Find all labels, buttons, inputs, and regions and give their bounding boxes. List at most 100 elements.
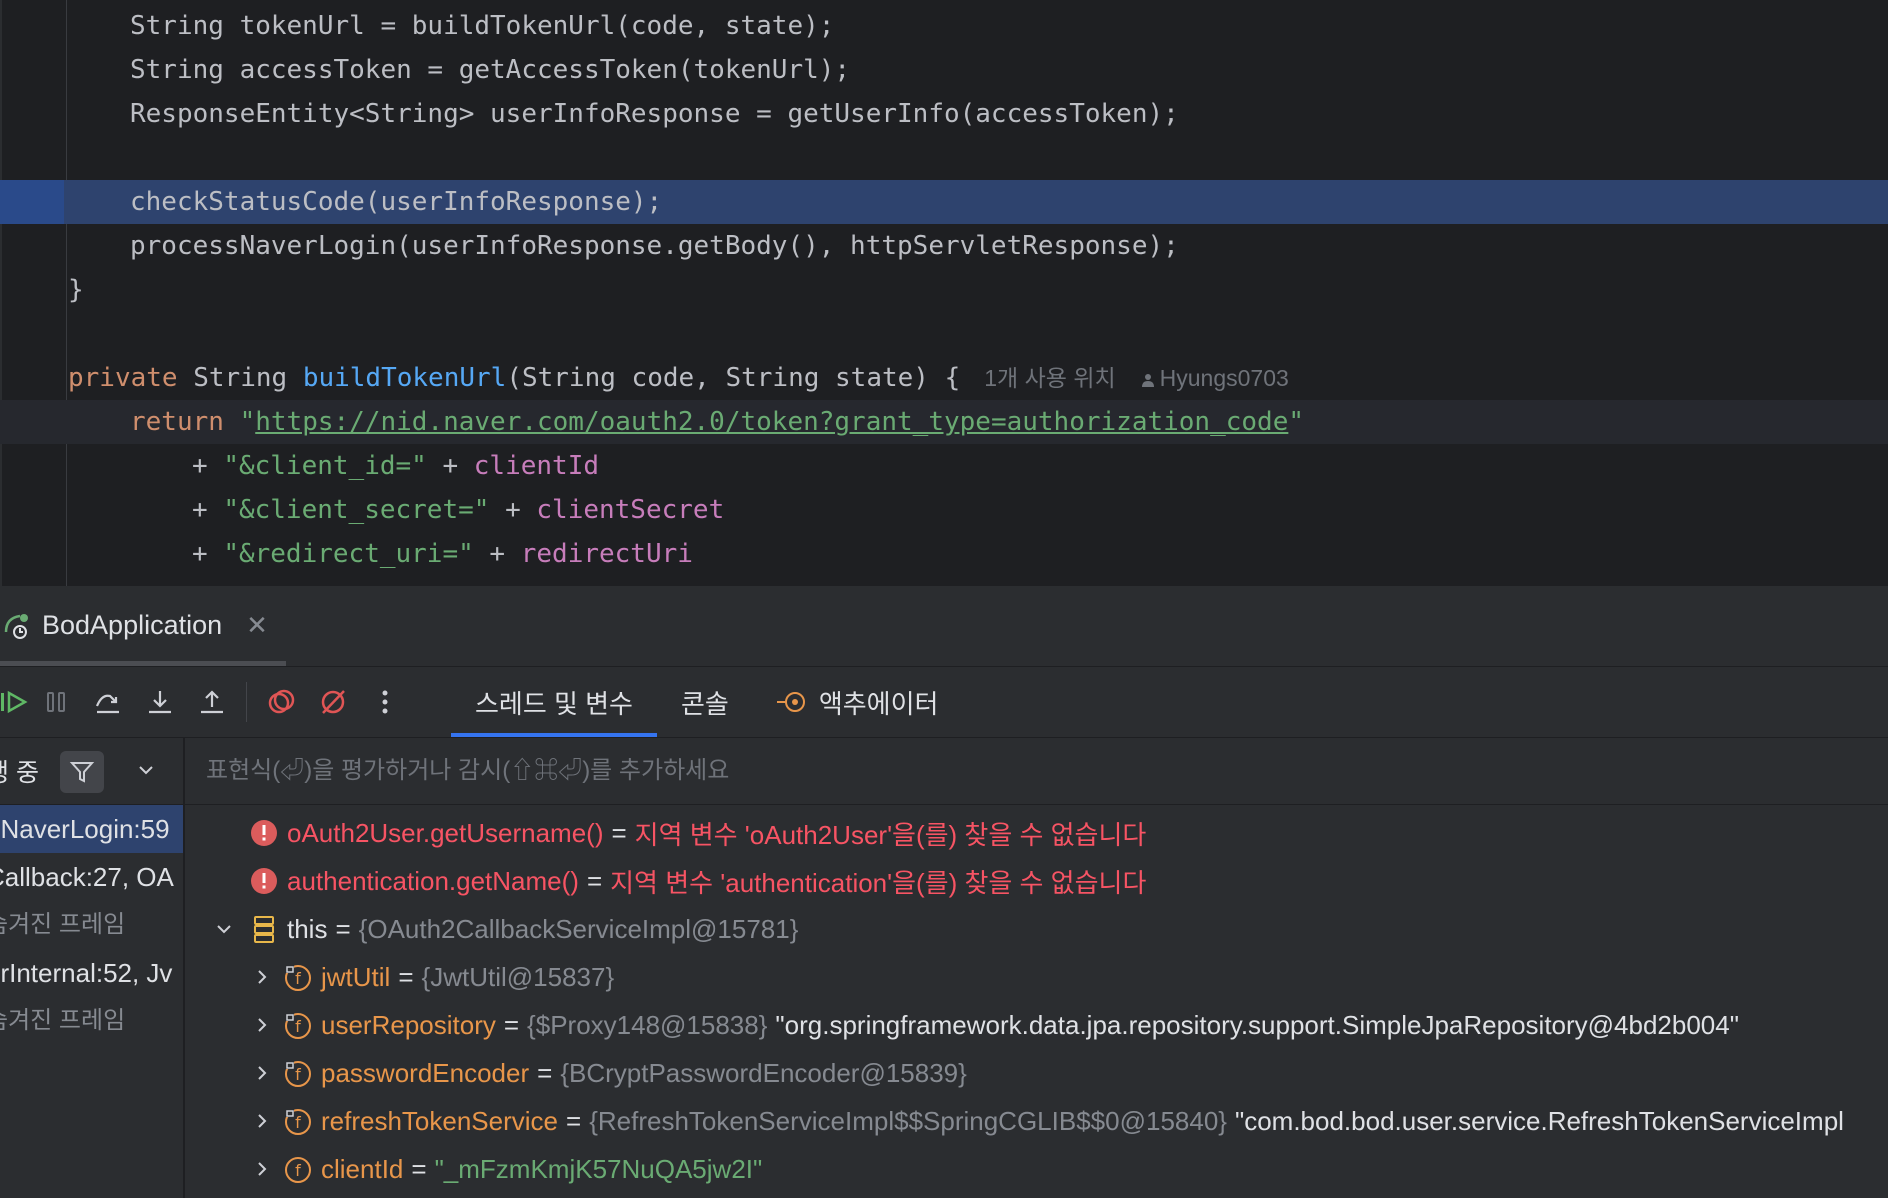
svg-text:f: f xyxy=(295,1017,301,1036)
code-vision-hint[interactable]: 1개 사용 위치 Hyungs0703 xyxy=(984,365,1289,391)
thread-status: 행 중 xyxy=(0,759,39,787)
tab-threads-variables[interactable]: 스레드 및 변수 xyxy=(451,667,657,737)
execution-point-line[interactable]: checkStatusCode(userInfoResponse); xyxy=(0,180,1888,224)
code-text: String accessToken = getAccessToken(toke… xyxy=(130,55,851,85)
pause-button[interactable] xyxy=(30,676,82,728)
variable-name: refreshTokenService xyxy=(321,1105,558,1136)
code-line-13[interactable]: + "&redirect_uri=" + redirectUri xyxy=(0,532,1888,576)
chevron-right-icon[interactable] xyxy=(249,968,275,986)
variable-row[interactable]: f passwordEncoder = {BCryptPasswordEncoder… xyxy=(249,1049,967,1097)
code-text: checkStatusCode(userInfoResponse); xyxy=(130,187,663,217)
step-into-button[interactable] xyxy=(134,676,186,728)
close-icon[interactable]: ✕ xyxy=(246,610,268,641)
chevron-down-icon[interactable] xyxy=(136,760,156,780)
variables-panel: 표현식(⏎)을 평가하거나 감시(⇧⌘⏎)를 추가하세요 oAuth2User.… xyxy=(185,738,1888,1198)
variable-value: "_mFzmKmjK57NuQA5jw2I" xyxy=(434,1153,763,1184)
code-line-11[interactable]: + "&client_id=" + clientId xyxy=(0,444,1888,488)
field-ref: clientSecret xyxy=(536,495,725,525)
chevron-down-icon[interactable] xyxy=(211,920,237,938)
string-quote: " xyxy=(239,407,256,437)
frame-item[interactable]: Callback:27, OA xyxy=(0,853,183,901)
field-icon: f xyxy=(285,1157,311,1183)
variable-row[interactable]: f refreshTokenService = {RefreshTokenServi… xyxy=(249,1097,1844,1145)
equals: = xyxy=(398,961,414,992)
string-literal: "&client_secret=" xyxy=(223,495,490,525)
error-message: 지역 변수 'oAuth2User'을(를) 찾을 수 없습니다 xyxy=(634,819,1147,850)
view-breakpoints-button[interactable] xyxy=(255,676,307,728)
run-config-name: BodApplication xyxy=(42,609,223,640)
chevron-right-icon[interactable] xyxy=(249,1160,275,1178)
tab-console[interactable]: 콘솔 xyxy=(657,667,753,737)
frame-label: Callback:27, OA xyxy=(0,862,174,892)
filter-icon xyxy=(69,762,95,783)
frame-item[interactable]: eNaverLogin:59 xyxy=(0,805,183,853)
keyword: private xyxy=(68,363,178,393)
string-literal: "&redirect_uri=" xyxy=(223,539,474,569)
operator: + xyxy=(473,539,521,569)
step-out-button[interactable] xyxy=(186,676,238,728)
code-text: (String code, String state) { xyxy=(506,363,961,393)
more-options-button[interactable] xyxy=(359,676,411,728)
concat-expression: + "&client_id=" + clientId xyxy=(192,444,599,488)
method-name: buildTokenUrl xyxy=(302,363,507,393)
variable-row[interactable]: f userRepository = {$Proxy148@15838} "org.s… xyxy=(249,1001,1739,1049)
step-into-icon xyxy=(149,691,171,714)
code-line-9[interactable]: private String buildTokenUrl(String code… xyxy=(0,356,1888,400)
frame-label: 숨겨진 프레임 xyxy=(0,911,126,938)
debug-tool-window: BodApplication ✕ 스레드 및 변수 콘솔 액추에이터 중 eNa… xyxy=(0,586,1888,1198)
variable-type: {BCryptPasswordEncoder@15839} xyxy=(560,1057,967,1088)
filter-button[interactable] xyxy=(60,751,104,793)
resume-button[interactable] xyxy=(0,676,30,728)
thread-selector[interactable]: 행 중 xyxy=(0,738,183,805)
variable-type: {$Proxy148@15838} xyxy=(527,1009,768,1040)
error-icon xyxy=(251,868,277,894)
more-vertical-icon xyxy=(382,690,388,714)
watch-name: oAuth2User.getUsername() xyxy=(287,817,604,848)
code-line-2[interactable]: String accessToken = getAccessToken(toke… xyxy=(0,48,1888,92)
frames-panel: 행 중 eNaverLogin:59 Callback:27, OA 숨겨진 프… xyxy=(0,738,185,1198)
watch-row[interactable]: oAuth2User.getUsername() = 지역 변수 'oAuth2Us… xyxy=(249,809,1146,857)
mute-breakpoints-button[interactable] xyxy=(307,676,359,728)
code-line-12[interactable]: + "&client_secret=" + clientSecret xyxy=(0,488,1888,532)
code-line-1[interactable]: String tokenUrl = buildTokenUrl(code, st… xyxy=(0,4,1888,48)
chevron-right-icon[interactable] xyxy=(249,1016,275,1034)
resume-icon xyxy=(1,690,28,714)
chevron-right-icon[interactable] xyxy=(249,1112,275,1130)
code-line-3[interactable]: ResponseEntity<String> userInfoResponse … xyxy=(0,92,1888,136)
operator: + xyxy=(489,495,537,525)
frame-item[interactable]: erInternal:52, Jv xyxy=(0,949,183,997)
chevron-right-icon[interactable] xyxy=(249,1064,275,1082)
field-icon: f xyxy=(285,964,311,991)
operator: + xyxy=(192,539,224,569)
hidden-frames-item[interactable]: 숨겨진 프레임 xyxy=(0,997,183,1045)
code-line-7[interactable]: } xyxy=(0,268,1888,312)
string-quote: " xyxy=(1288,407,1305,437)
url-link[interactable]: https://nid.naver.com/oauth2.0/token?gra… xyxy=(255,407,1288,437)
run-config-tab[interactable]: BodApplication ✕ xyxy=(0,586,288,664)
watch-row[interactable]: authentication.getName() = 지역 변수 'authenti… xyxy=(249,857,1146,905)
step-over-button[interactable] xyxy=(82,676,134,728)
code-text: } xyxy=(68,275,84,305)
expression-input[interactable]: 표현식(⏎)을 평가하거나 감시(⇧⌘⏎)를 추가하세요 xyxy=(185,738,1888,805)
variable-row-this[interactable]: this = {OAuth2CallbackServiceImpl@15781} xyxy=(211,905,798,953)
concat-expression: + "&redirect_uri=" + redirectUri xyxy=(192,532,693,576)
operator: + xyxy=(426,451,474,481)
tab-actuator[interactable]: 액추에이터 xyxy=(753,667,963,737)
code-line-6[interactable]: processNaverLogin(userInfoResponse.getBo… xyxy=(0,224,1888,268)
usages-hint[interactable]: 1개 사용 위치 xyxy=(984,365,1115,391)
equals: = xyxy=(335,913,351,944)
actuator-icon xyxy=(776,692,805,712)
watch-name: authentication.getName() xyxy=(287,865,579,896)
variable-row[interactable]: f jwtUtil = {JwtUtil@15837} xyxy=(249,953,614,1001)
variable-row[interactable]: f clientId = "_mFzmKmjK57NuQA5jw2I" xyxy=(249,1145,762,1193)
mute-breakpoints-icon xyxy=(321,690,345,714)
operator: + xyxy=(192,495,224,525)
equals: = xyxy=(586,865,603,896)
equals: = xyxy=(411,1153,427,1184)
field-icon: f xyxy=(285,1060,311,1087)
author-hint[interactable]: Hyungs0703 xyxy=(1141,356,1289,400)
svg-text:f: f xyxy=(295,1113,301,1132)
code-line-10[interactable]: return "https://nid.naver.com/oauth2.0/t… xyxy=(0,400,1888,444)
code-editor[interactable]: String tokenUrl = buildTokenUrl(code, st… xyxy=(0,0,1888,586)
hidden-frames-item[interactable]: 숨겨진 프레임 xyxy=(0,901,183,949)
